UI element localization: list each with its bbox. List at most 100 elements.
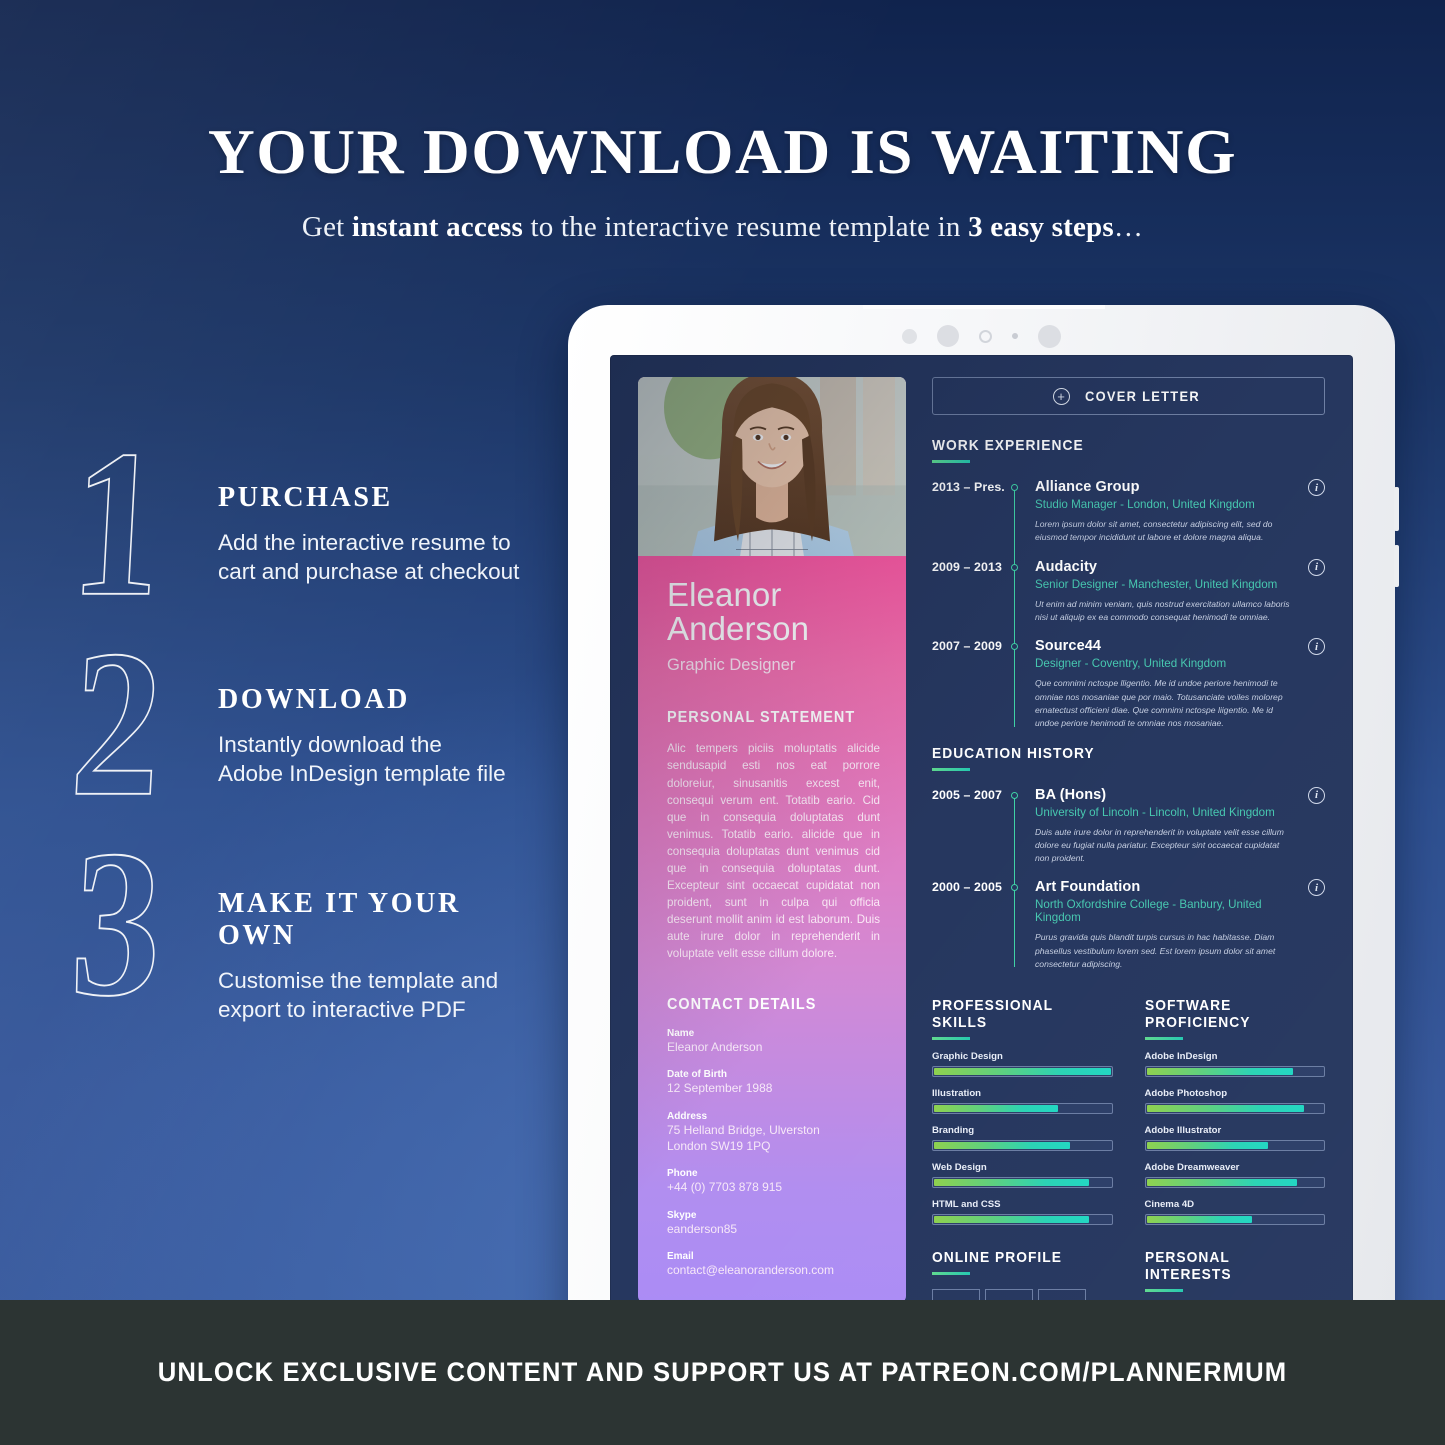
- skill-progress-fill: [934, 1216, 1090, 1224]
- timeline-organisation: BA (Hons): [1035, 786, 1107, 803]
- timeline-subtitle: University of Lincoln - Lincoln, United …: [1035, 805, 1275, 819]
- timeline-description: Duis aute irure dolor in reprehenderit i…: [1035, 826, 1284, 864]
- timeline-dot-icon: [1011, 791, 1018, 799]
- timeline-dot-icon: [1011, 884, 1018, 892]
- tablet-device: Eleanor Anderson Graphic Designer PERSON…: [568, 305, 1399, 1375]
- step-description: Instantly download the Adobe InDesign tem…: [218, 730, 548, 789]
- contact-label: Phone: [667, 1168, 698, 1180]
- timeline-subtitle: Senior Designer - Manchester, United Kin…: [1035, 577, 1278, 591]
- resume-job-title: Graphic Designer: [667, 656, 796, 675]
- tablet-top-notch: [863, 305, 1105, 309]
- step-description-line: Adobe InDesign template file: [218, 761, 506, 787]
- subtitle-bold-2: 3 easy steps: [968, 211, 1114, 243]
- skill-progress-fill: [934, 1142, 1070, 1150]
- education-history-heading: EDUCATION HISTORY: [932, 744, 1095, 762]
- timeline-organisation: Art Foundation: [1035, 879, 1141, 896]
- software-proficiency-column: SOFTWARE PROFICIENCY Adobe InDesign Adobe…: [1144, 997, 1325, 1226]
- work-experience-timeline: 2013 – Pres. Alliance Group Studio Manager…: [932, 479, 1325, 731]
- page-subtitle: Get instant access to the interactive re…: [0, 211, 1445, 244]
- skill-label: Adobe Illustrator: [1144, 1125, 1222, 1137]
- work-experience-heading: WORK EXPERIENCE: [932, 437, 1084, 454]
- sensor-icon: [902, 328, 917, 344]
- skill-item: HTML and CSS: [932, 1199, 1113, 1226]
- tablet-volume-down-button[interactable]: [1394, 545, 1399, 587]
- timeline-subtitle: Studio Manager - London, United Kingdom: [1035, 498, 1255, 511]
- online-profile-heading: ONLINE PROFILE: [932, 1249, 1062, 1267]
- timeline-dot-icon: [1011, 643, 1018, 651]
- skill-progress-bar: [932, 1177, 1113, 1189]
- info-icon[interactable]: i: [1308, 479, 1325, 496]
- timeline-date: 2005 – 2007: [932, 787, 1003, 802]
- section-rule: [932, 1272, 970, 1276]
- skill-label: Adobe Dreamweaver: [1144, 1162, 1240, 1174]
- subtitle-bold-1: instant access: [351, 211, 523, 243]
- promo-header: YOUR DOWNLOAD IS WAITING Get instant acc…: [0, 0, 1445, 244]
- section-rule: [1144, 1037, 1183, 1041]
- front-camera-icon: [979, 329, 992, 343]
- skill-progress-fill: [934, 1179, 1090, 1187]
- skill-progress-bar: [1144, 1177, 1325, 1189]
- skill-item: Adobe Illustrator: [1144, 1125, 1325, 1152]
- skill-item: Adobe Dreamweaver: [1144, 1162, 1325, 1189]
- skill-progress-fill: [1146, 1179, 1297, 1187]
- contact-value: +44 (0) 7703 878 915: [667, 1180, 783, 1195]
- contact-label: Skype: [667, 1209, 697, 1221]
- tablet-screen: Eleanor Anderson Graphic Designer PERSON…: [610, 355, 1353, 1325]
- info-icon[interactable]: i: [1308, 638, 1325, 656]
- timeline-organisation: Audacity: [1035, 558, 1098, 575]
- timeline-subtitle: North Oxfordshire College - Banbury, Uni…: [1035, 898, 1262, 925]
- skill-label: Adobe Photoshop: [1144, 1088, 1228, 1100]
- tablet-bezel-sensors: [568, 319, 1395, 353]
- contact-details-heading: CONTACT DETAILS: [667, 995, 817, 1013]
- education-timeline: 2005 – 2007 BA (Hons) University of Lincol…: [932, 786, 1325, 972]
- section-rule: [932, 767, 970, 771]
- steps-list: 1 PURCHASE Add the interactive resume to ca…: [66, 405, 548, 1052]
- subtitle-part-2: to the interactive resume template in: [523, 211, 969, 243]
- timeline-organisation: Alliance Group: [1035, 479, 1140, 495]
- skill-progress-bar: [1144, 1103, 1325, 1115]
- contact-value: eanderson85: [667, 1221, 738, 1236]
- tablet-volume-up-button[interactable]: [1394, 487, 1399, 531]
- info-icon[interactable]: i: [1308, 786, 1325, 804]
- timeline-entry: 2013 – Pres. Alliance Group Studio Manager…: [932, 479, 1325, 545]
- skill-label: HTML and CSS: [932, 1199, 1001, 1211]
- step-number: 1: [66, 405, 165, 640]
- resume-right-panel: + COVER LETTER WORK EXPERIENCE 2013 – Pr…: [932, 377, 1325, 1325]
- step-title: PURCHASE: [218, 482, 393, 513]
- contact-value: contact@eleanoranderson.com: [667, 1263, 834, 1278]
- step-description: Add the interactive resume to cart and pu…: [218, 528, 548, 587]
- info-icon[interactable]: i: [1308, 879, 1325, 897]
- software-proficiency-heading: SOFTWARE PROFICIENCY: [1144, 997, 1250, 1032]
- cover-letter-button[interactable]: + COVER LETTER: [932, 377, 1325, 415]
- skill-label: Illustration: [932, 1088, 982, 1100]
- timeline-description: Lorem ipsum dolor sit amet, consectetur …: [1035, 519, 1273, 543]
- contact-value: Eleanor Anderson: [667, 1039, 763, 1054]
- plus-circle-icon: +: [1052, 387, 1070, 405]
- footer-bar: UNLOCK EXCLUSIVE CONTENT AND SUPPORT US …: [0, 1300, 1445, 1445]
- step-number: 2: [66, 605, 165, 840]
- skill-progress-bar: [1144, 1214, 1325, 1226]
- personal-statement-text: Alic tempers piciis moluptatis alicide s…: [667, 742, 880, 960]
- timeline-organisation: Source44: [1035, 638, 1102, 655]
- timeline-date: 2007 – 2009: [932, 639, 1003, 654]
- skill-progress-bar: [932, 1214, 1113, 1226]
- skill-label: Graphic Design: [932, 1051, 1003, 1063]
- timeline-entry: 2009 – 2013 Audacity Senior Designer - Man…: [932, 558, 1325, 625]
- footer-text: UNLOCK EXCLUSIVE CONTENT AND SUPPORT US …: [157, 1357, 1288, 1387]
- skill-progress-bar: [932, 1103, 1113, 1115]
- step-description-line: Add the interactive resume to: [218, 530, 511, 555]
- info-icon[interactable]: i: [1308, 558, 1325, 576]
- profile-photo: [638, 377, 906, 556]
- timeline-description: Ut enim ad minim veniam, quis nostrud ex…: [1035, 598, 1290, 622]
- step-description-line: cart and purchase at checkout: [218, 559, 520, 585]
- skill-progress-bar: [1144, 1066, 1325, 1078]
- timeline-date: 2009 – 2013: [932, 559, 1003, 574]
- step-title: DOWNLOAD: [218, 684, 410, 715]
- skill-progress-bar: [1144, 1140, 1325, 1152]
- step-description-line: Customise the template and: [218, 968, 499, 993]
- skills-row: PROFESSIONAL SKILLS Graphic Design Illust…: [932, 997, 1325, 1226]
- subtitle-part-3: …: [1113, 211, 1144, 243]
- step-title: MAKE IT YOUR OWN: [218, 888, 461, 951]
- skill-item: Cinema 4D: [1144, 1199, 1325, 1226]
- page-title: YOUR DOWNLOAD IS WAITING: [207, 117, 1238, 187]
